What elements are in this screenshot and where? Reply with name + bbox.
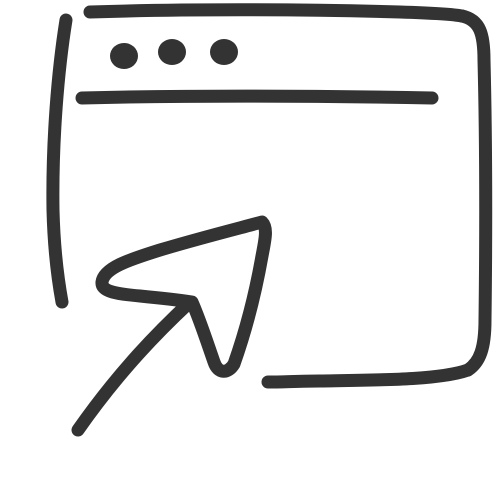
window-bottom-edge: [261, 363, 475, 389]
window-control-dot: [110, 43, 138, 69]
window-left-edge: [46, 13, 73, 309]
window-top-edge: [83, 3, 469, 23]
icon-canvas: [0, 0, 504, 494]
title-bar-divider: [75, 89, 439, 105]
browser-window-cursor-icon: [46, 3, 493, 437]
window-control-dot: [158, 39, 186, 65]
window-control-dot: [210, 39, 238, 65]
window-controls: [110, 39, 238, 69]
cursor-arrow-head: [95, 215, 272, 378]
window-right-edge: [455, 9, 493, 377]
cursor-arrow-tail: [71, 295, 197, 437]
cursor-arrow-icon: [71, 215, 272, 437]
